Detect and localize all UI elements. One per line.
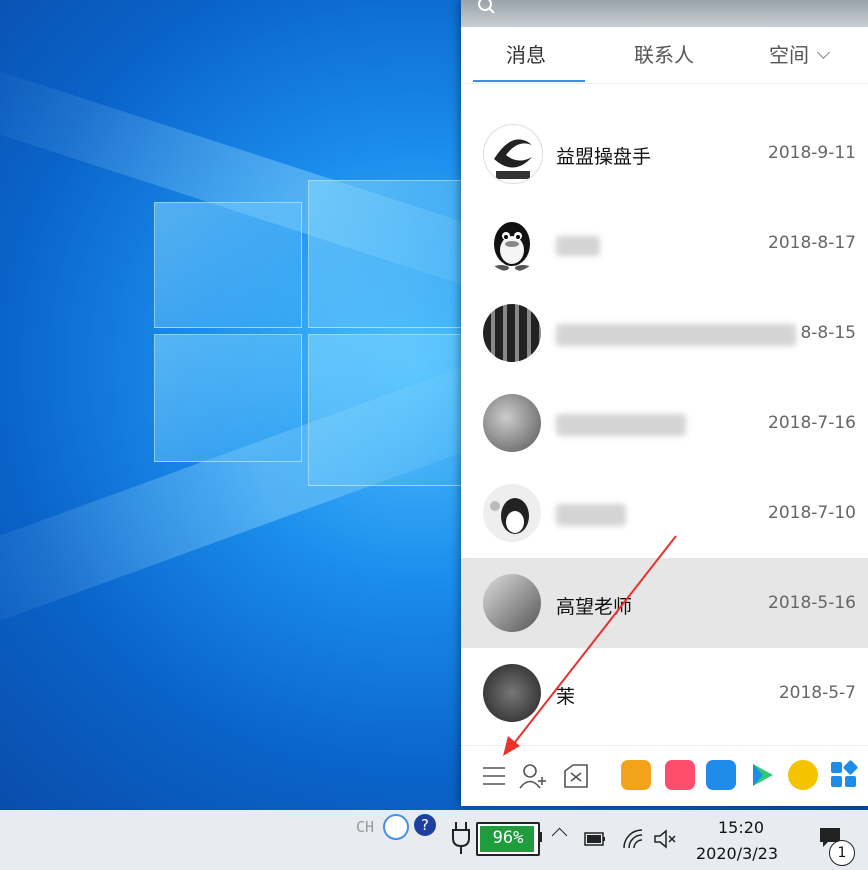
avatar (483, 664, 541, 722)
chevron-up-icon[interactable] (551, 827, 568, 844)
battery-terminal (538, 832, 542, 842)
game-icon[interactable] (621, 760, 651, 790)
message-date: 2018-9-11 (768, 143, 856, 163)
contact-name: 高望老师 (556, 596, 633, 618)
contact-name: 茉 (556, 686, 576, 708)
tab-contacts[interactable]: 联系人 (634, 39, 694, 68)
taskbar: CH ? 96% 15:20 2020/3/23 1 (0, 810, 868, 870)
message-date: 2018-5-16 (768, 593, 856, 613)
list-item-selected[interactable]: 高望老师 2018-5-16 (461, 558, 868, 648)
avatar (483, 304, 541, 362)
list-item[interactable]: 2018-8-17 (461, 198, 868, 288)
tab-space[interactable]: 空间 (769, 39, 830, 68)
app-manager-icon[interactable] (561, 761, 591, 791)
battery-indicator[interactable]: 96% (476, 822, 540, 856)
contact-name: 益盟操盘手 (556, 146, 652, 168)
qq-main-panel: 消息 联系人 空间 益盟操盘手 2018-9-11 2018-8-17 8-8-… (461, 0, 868, 806)
power-plug-icon (452, 822, 470, 854)
more-apps-icon[interactable] (831, 759, 859, 788)
windows-logo (150, 180, 490, 510)
list-item[interactable]: 8-8-15 (461, 288, 868, 378)
active-tab-indicator (473, 80, 585, 82)
avatar (483, 214, 541, 272)
clock-time[interactable]: 15:20 (718, 818, 764, 837)
battery-percent: 96% (492, 828, 524, 848)
video-icon[interactable] (747, 760, 777, 790)
message-date: 2018-8-17 (768, 233, 856, 253)
avatar (483, 484, 541, 542)
tab-bar: 消息 联系人 空间 (461, 27, 868, 84)
music-icon[interactable] (788, 760, 818, 790)
message-date: 2018-5-7 (778, 683, 856, 703)
menu-icon[interactable] (479, 761, 509, 791)
ifly-icon[interactable] (383, 814, 409, 840)
notification-badge: 1 (829, 840, 855, 866)
bottom-toolbar (461, 745, 868, 806)
avatar (483, 394, 541, 452)
message-list: 益盟操盘手 2018-9-11 2018-8-17 8-8-15 2018-7-… (461, 84, 868, 744)
search-bar[interactable] (461, 0, 868, 27)
chevron-down-icon (817, 46, 830, 59)
tab-messages[interactable]: 消息 (506, 39, 546, 68)
wifi-icon[interactable] (622, 828, 646, 850)
add-contact-icon[interactable] (518, 761, 548, 791)
list-item[interactable]: 2018-7-10 (461, 468, 868, 558)
list-item[interactable]: 茉 2018-5-7 (461, 648, 868, 738)
message-date: 8-8-15 (800, 323, 856, 343)
live-icon[interactable] (665, 760, 695, 790)
volume-muted-icon[interactable] (653, 828, 677, 850)
list-item[interactable]: 2018-7-16 (461, 378, 868, 468)
message-date: 2018-7-16 (768, 413, 856, 433)
list-item[interactable]: 益盟操盘手 2018-9-11 (461, 108, 868, 198)
avatar (483, 124, 543, 184)
battery-status-icon[interactable] (583, 830, 607, 848)
search-icon (478, 0, 495, 14)
avatar (483, 574, 541, 632)
message-date: 2018-7-10 (768, 503, 856, 523)
clock-date[interactable]: 2020/3/23 (696, 844, 778, 863)
help-icon[interactable]: ? (414, 814, 436, 836)
ime-indicator[interactable]: CH (356, 818, 374, 836)
weiyun-icon[interactable] (706, 760, 736, 790)
